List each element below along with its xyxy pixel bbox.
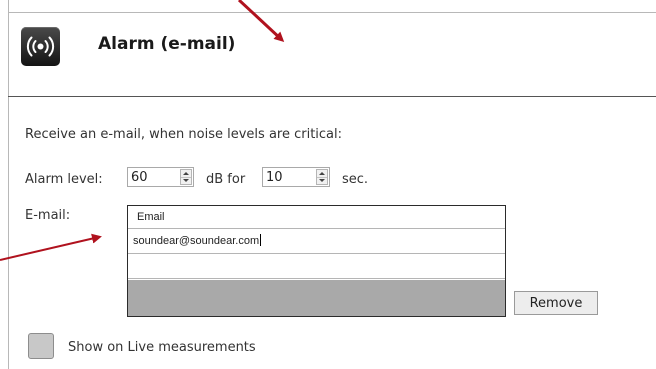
email-row[interactable] — [128, 254, 505, 279]
text-caret — [260, 234, 262, 246]
alarm-level-spin-buttons[interactable] — [180, 169, 192, 185]
show-live-checkbox[interactable] — [28, 333, 54, 359]
email-row[interactable]: soundear@soundear.com — [128, 229, 505, 254]
spin-down-button[interactable] — [181, 177, 191, 184]
email-column-header: Email — [128, 206, 505, 229]
email-label: E-mail: — [25, 208, 71, 223]
spin-down-button[interactable] — [317, 177, 327, 184]
alarm-level-stepper[interactable] — [127, 167, 194, 187]
duration-input[interactable] — [266, 169, 306, 185]
email-list: Email soundear@soundear.com — [127, 205, 506, 317]
page-title: Alarm (e-mail) — [98, 34, 236, 54]
panel-top-border — [8, 12, 656, 13]
alarm-level-label: Alarm level: — [25, 172, 103, 187]
show-live-label: Show on Live measurements — [68, 340, 256, 355]
db-for-label: dB for — [206, 172, 246, 187]
arrow-up-icon — [319, 172, 325, 175]
sec-label: sec. — [342, 172, 369, 187]
email-cell-text: soundear@soundear.com — [133, 235, 260, 247]
alarm-description: Receive an e-mail, when noise levels are… — [25, 127, 343, 142]
broadcast-icon — [21, 27, 60, 66]
email-list-empty-area — [128, 280, 505, 316]
alarm-level-input[interactable] — [131, 169, 171, 185]
duration-stepper[interactable] — [262, 167, 330, 187]
header-divider — [8, 96, 656, 97]
arrow-up-icon — [183, 172, 189, 175]
email-column-header-label: Email — [137, 211, 165, 223]
email-cell[interactable]: soundear@soundear.com — [133, 234, 262, 247]
duration-spin-buttons[interactable] — [316, 169, 328, 185]
arrow-down-icon — [319, 179, 325, 182]
arrow-down-icon — [183, 179, 189, 182]
remove-button[interactable]: Remove — [514, 291, 598, 315]
